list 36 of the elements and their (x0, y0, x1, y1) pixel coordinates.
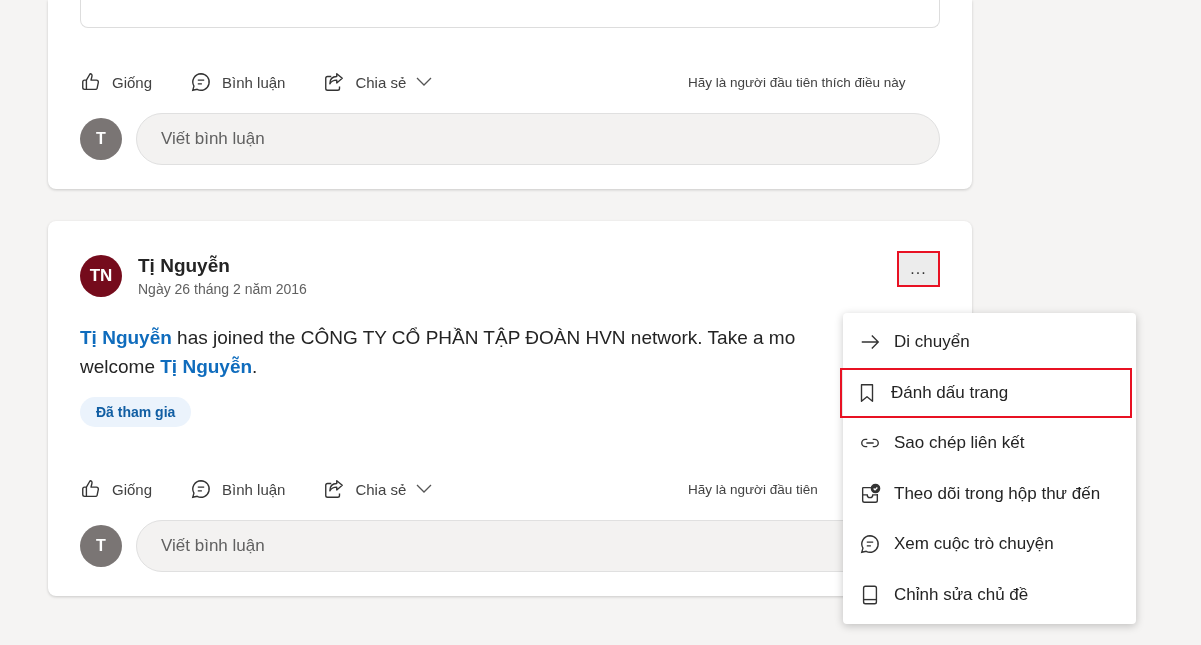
share-icon (323, 71, 346, 93)
like-hint: Hãy là người đầu tiên (688, 481, 818, 497)
share-icon (323, 478, 346, 500)
thumbs-up-icon (80, 478, 102, 500)
chevron-down-icon (416, 77, 433, 87)
more-button[interactable]: ... (897, 251, 940, 287)
inbox-check-icon (859, 482, 881, 505)
share-button[interactable]: Chia sẻ (323, 71, 445, 93)
comment-button[interactable]: Bình luận (190, 71, 298, 93)
post-text: . (252, 356, 258, 377)
comment-field[interactable]: Viết bình luận (136, 113, 940, 165)
chevron-down-icon (416, 484, 433, 494)
menu-item[interactable]: Sao chép liên kết (843, 418, 1132, 469)
like-button[interactable]: Giống (80, 71, 165, 93)
thumbs-up-icon (80, 71, 102, 93)
user-avatar: T (80, 118, 122, 160)
author-name[interactable]: Tị Nguyễn (138, 255, 881, 277)
profile-link[interactable]: Tị Nguyễn (80, 327, 172, 348)
like-hint: Hãy là người đầu tiên thích điều này (688, 74, 906, 90)
author-avatar: TN (80, 255, 122, 297)
share-button[interactable]: Chia sẻ (323, 478, 445, 500)
menu-item[interactable]: Đánh dấu trang (840, 367, 1132, 418)
profile-link[interactable]: Tị Nguyễn (160, 356, 253, 377)
menu-item[interactable]: Theo dõi trong hộp thư đến (843, 468, 1132, 519)
post-text: has joined the CÔNG TY CỔ PHẦN TẬP ĐOÀN HVN network. Take a mo (176, 327, 796, 348)
post-date: Ngày 26 tháng 2 năm 2016 (138, 281, 308, 297)
comment-button[interactable]: Bình luận (190, 478, 298, 500)
chat-bubble-icon (190, 71, 213, 93)
menu-item[interactable]: Chỉnh sửa chủ đề (843, 569, 1132, 620)
post-text: welcome (80, 356, 156, 377)
like-button[interactable]: Giống (80, 478, 165, 500)
menu-item[interactable]: Di chuyển (843, 317, 1132, 368)
user-avatar: T (80, 525, 122, 567)
chat-bubble-icon (859, 533, 881, 556)
joined-badge: Đã tham gia (80, 397, 192, 427)
chat-bubble-icon (190, 478, 213, 500)
